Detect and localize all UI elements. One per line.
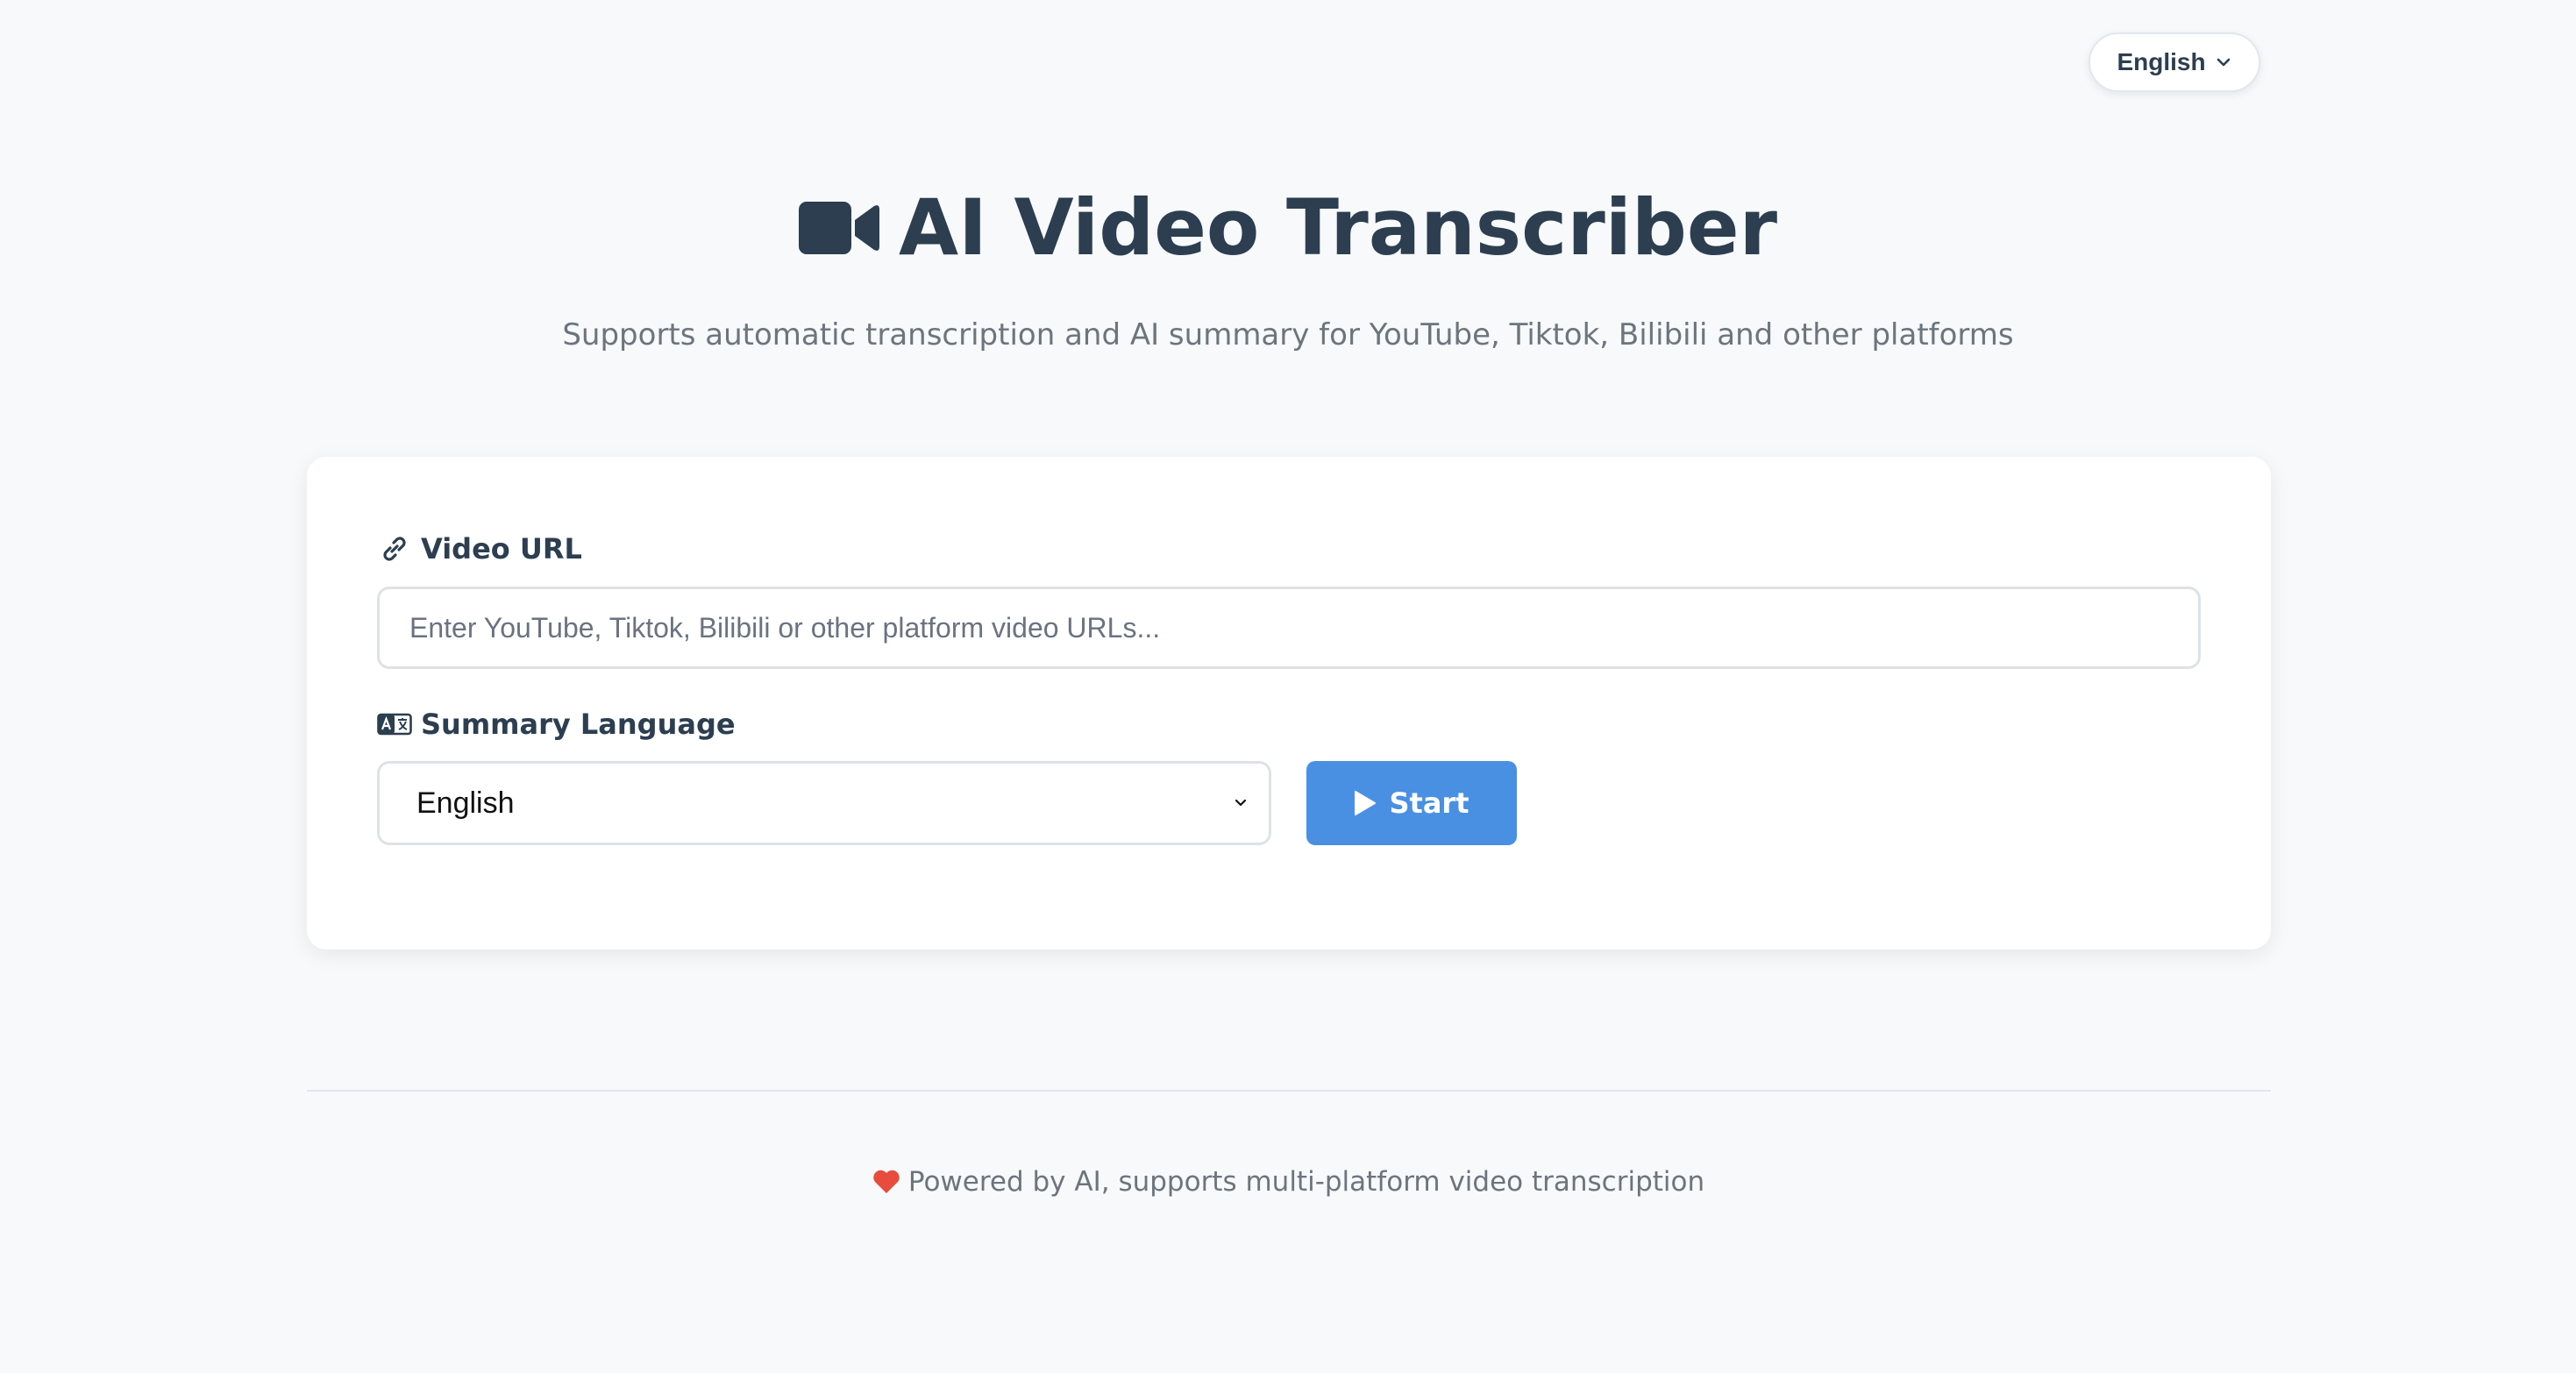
video-url-input[interactable] [377, 587, 2201, 669]
page-title-text: AI Video Transcriber [899, 182, 1777, 273]
summary-language-label-text: Summary Language [421, 708, 736, 741]
footer-text: Powered by AI, supports multi-platform v… [907, 1166, 1705, 1198]
language-switcher[interactable]: English [2089, 32, 2260, 92]
page-subtitle: Supports automatic transcription and AI … [562, 317, 2014, 352]
summary-language-select[interactable]: English [377, 761, 1271, 845]
footer: Powered by AI, supports multi-platform v… [0, 1166, 2576, 1198]
footer-divider [307, 1090, 2271, 1092]
video-url-label-text: Video URL [421, 532, 582, 566]
transcribe-form-card: Video URL Summary Language English Start [307, 457, 2271, 950]
video-camera-icon [799, 202, 880, 254]
play-icon [1355, 791, 1377, 815]
summary-language-label: Summary Language [377, 708, 736, 741]
language-icon [377, 713, 412, 736]
chevron-down-icon [1235, 799, 1247, 807]
chevron-down-icon [2217, 58, 2230, 67]
language-switcher-label: English [2117, 48, 2206, 75]
start-button[interactable]: Start [1306, 761, 1517, 845]
summary-language-selected: English [416, 786, 515, 820]
start-button-label: Start [1389, 786, 1469, 820]
page: English AI Video Transcriber Supports au… [0, 0, 2576, 1373]
heart-icon [873, 1170, 900, 1193]
video-url-label: Video URL [377, 532, 582, 566]
link-icon [383, 537, 406, 561]
page-title: AI Video Transcriber [0, 175, 2576, 281]
header: AI Video Transcriber Supports automatic … [0, 175, 2576, 352]
